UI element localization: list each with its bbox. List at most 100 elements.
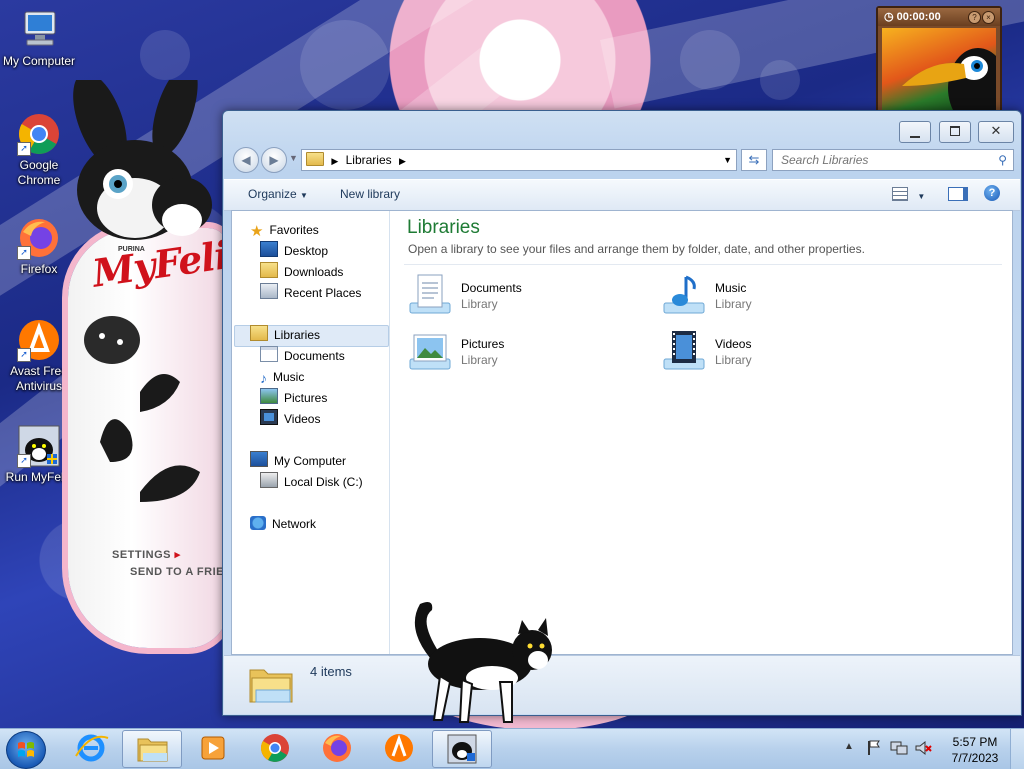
shortcut-arrow-icon: ➚ (17, 348, 31, 362)
show-desktop-button[interactable] (1010, 729, 1024, 769)
refresh-button[interactable]: ⇆ (741, 149, 767, 171)
back-button[interactable]: ◀ (233, 147, 259, 173)
libraries-folder-icon (306, 152, 324, 166)
myfelix-icon: ➚ (17, 424, 61, 468)
explorer-icon (137, 738, 168, 762)
new-library-button[interactable]: New library (340, 187, 400, 201)
library-name: Videos (715, 337, 752, 351)
desktop-icon-label: My Computer (2, 54, 76, 68)
library-music[interactable]: Music Library (662, 273, 862, 317)
nav-item-favorites[interactable]: ★ Favorites (250, 220, 319, 240)
firefox-icon (323, 734, 351, 762)
action-center-flag-icon[interactable] (866, 739, 882, 760)
nav-item-recent-places[interactable]: Recent Places (260, 283, 361, 303)
nav-item-desktop[interactable]: Desktop (260, 241, 328, 261)
desktop-icon-run-myfelix[interactable]: ➚ Run MyFelix (1, 424, 77, 485)
walking-cat-image (414, 602, 552, 723)
nav-item-videos[interactable]: Videos (260, 409, 320, 429)
address-dropdown-icon[interactable]: ▼ (723, 150, 732, 170)
desktop-icon-label: Avast Free Antivirus (10, 364, 68, 393)
command-bar: Organize ▼ New library ▼ ? (224, 179, 1020, 211)
navigation-pane: ★ Favorites Desktop Downloads Recent Plac… (232, 211, 390, 654)
nav-item-pictures[interactable]: Pictures (260, 388, 327, 408)
videos-library-icon (663, 331, 705, 370)
star-icon: ★ (250, 223, 264, 240)
library-type: Library (461, 297, 498, 311)
taskbar-firefox[interactable] (308, 730, 366, 766)
library-name: Music (715, 281, 747, 295)
library-videos[interactable]: Videos Library (662, 329, 862, 373)
internet-explorer-icon (75, 734, 109, 762)
taskbar-media-player[interactable] (184, 730, 242, 766)
start-button[interactable] (6, 731, 46, 769)
close-button[interactable]: ✕ (978, 121, 1014, 143)
explorer-window[interactable]: ✕ ◀ ▶ ▼ ▶ Libraries ▶ ▼ ⇆ ⚲ Organize ▼ N… (222, 110, 1022, 716)
taskbar-myfelix[interactable] (432, 730, 492, 768)
shortcut-arrow-icon: ➚ (17, 142, 31, 156)
network-tray-icon[interactable] (890, 739, 908, 760)
taskbar-internet-explorer[interactable] (62, 730, 120, 766)
breadcrumb-libraries[interactable]: Libraries (346, 153, 392, 167)
organize-button[interactable]: Organize ▼ (248, 187, 308, 201)
library-pictures[interactable]: Pictures Library (408, 329, 608, 373)
pictures-icon (260, 388, 278, 404)
timer-help-icon[interactable]: ? (968, 11, 981, 24)
system-clock[interactable]: 5:57 PM 7/7/2023 (944, 734, 1006, 766)
recent-pages-dropdown[interactable]: ▼ (289, 153, 298, 163)
nav-item-network[interactable]: Network (250, 514, 316, 534)
library-type: Library (715, 353, 752, 367)
item-count: 4 items (310, 664, 352, 679)
view-icon (892, 187, 908, 201)
details-pane: 4 items (224, 655, 1020, 714)
shortcut-arrow-icon: ➚ (17, 454, 31, 468)
search-input[interactable] (779, 152, 983, 168)
nav-item-downloads[interactable]: Downloads (260, 262, 343, 282)
show-hidden-icons-button[interactable]: ▲ (844, 741, 854, 752)
windows-logo-icon (18, 742, 34, 757)
help-icon: ? (984, 185, 1000, 201)
nav-item-libraries[interactable]: Libraries (250, 325, 320, 345)
divider (404, 264, 1002, 265)
volume-muted-icon[interactable] (914, 739, 932, 760)
recent-places-icon (260, 283, 278, 299)
search-box[interactable]: ⚲ (772, 149, 1014, 171)
computer-icon (250, 451, 268, 467)
desktop-icon-avast[interactable]: ➚ Avast Free Antivirus (1, 318, 77, 394)
preview-pane-button[interactable] (948, 187, 968, 202)
forward-button[interactable]: ▶ (261, 147, 287, 173)
nav-item-music[interactable]: ♪ Music (260, 367, 304, 387)
timer-gadget[interactable]: ◷ 00:00:00 ? × (876, 6, 1002, 118)
myfelix-icon (447, 734, 477, 764)
computer-icon (17, 8, 61, 52)
minimize-icon (910, 136, 920, 138)
page-subtitle: Open a library to see your files and arr… (408, 242, 865, 256)
nav-item-my-computer[interactable]: My Computer (250, 451, 346, 471)
toucan-image (882, 28, 996, 112)
help-button[interactable]: ? (984, 185, 1000, 201)
library-documents[interactable]: Documents Library (408, 273, 608, 317)
taskbar-avast[interactable] (370, 730, 428, 766)
documents-icon (260, 346, 278, 362)
maximize-button[interactable] (939, 121, 971, 143)
network-icon (250, 516, 266, 530)
restore-icon (950, 126, 960, 136)
avast-icon (385, 734, 413, 762)
music-note-icon: ♪ (260, 370, 267, 386)
view-options-button[interactable]: ▼ (892, 187, 925, 202)
firefox-icon: ➚ (17, 216, 61, 260)
felix-settings-link[interactable]: SETTINGS ▸ (112, 548, 181, 561)
address-bar[interactable]: ▶ Libraries ▶ ▼ (301, 149, 737, 171)
close-icon: ✕ (990, 123, 1002, 138)
minimize-button[interactable] (899, 121, 931, 143)
nav-item-local-disk[interactable]: Local Disk (C:) (260, 472, 363, 492)
breadcrumb-separator-icon: ▶ (398, 156, 406, 166)
nav-item-documents[interactable]: Documents (260, 346, 345, 366)
local-disk-icon (260, 472, 278, 488)
title-bar[interactable]: ✕ (223, 111, 1021, 147)
timer-close-icon[interactable]: × (982, 11, 995, 24)
desktop-icon-my-computer[interactable]: My Computer (1, 8, 77, 69)
taskbar-explorer[interactable] (122, 730, 182, 768)
felix-cats-illustration (84, 316, 200, 502)
taskbar-chrome[interactable] (246, 730, 304, 766)
chrome-icon: ➚ (17, 112, 61, 156)
